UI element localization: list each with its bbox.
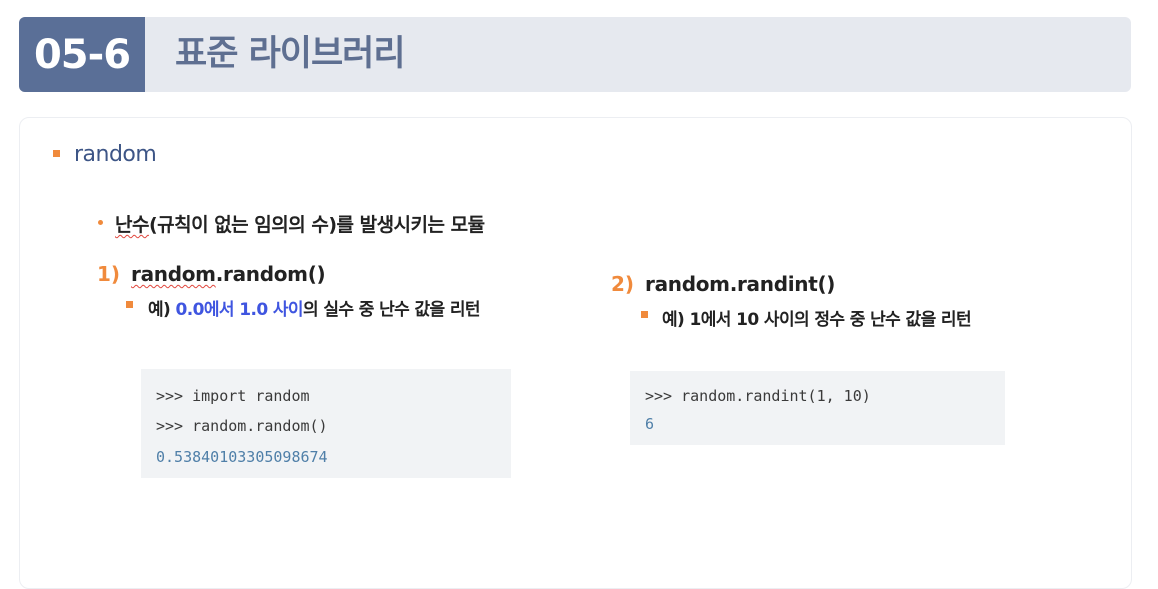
- section-header: 05-6 표준 라이브러리: [19, 17, 1131, 92]
- dot-bullet-icon: [98, 220, 103, 225]
- module-description: 난수(규칙이 없는 임의의 수)를 발생시키는 모듈: [115, 210, 485, 237]
- page-title: 표준 라이브러리: [175, 34, 406, 74]
- item-1-function-call: .random(): [215, 262, 326, 286]
- code-output: 6: [645, 415, 655, 433]
- item-2-number: 2): [611, 272, 635, 296]
- description-keyword: 난수: [115, 214, 149, 236]
- content-card: [19, 117, 1132, 589]
- item-2-code-block: >>> random.randint(1, 10) 6: [630, 371, 1005, 445]
- code-line: >>> random.random(): [156, 417, 328, 435]
- square-bullet-icon: [53, 150, 60, 157]
- code-line: >>> import random: [156, 387, 310, 405]
- item-1-function-module: random: [131, 262, 216, 286]
- item-1-function: random.random(): [131, 262, 326, 286]
- item-1-example-highlight: 0.0에서 1.0 사이: [175, 300, 304, 320]
- item-2-function: random.randint(): [645, 272, 836, 296]
- code-output: 0.53840103305098674: [156, 448, 328, 466]
- square-bullet-icon: [126, 301, 133, 308]
- item-1-example-prefix: 예): [148, 300, 176, 320]
- section-number: 05-6: [19, 17, 145, 92]
- description-rest: (규칙이 없는 임의의 수)를 발생시키는 모듈: [148, 214, 485, 236]
- square-bullet-icon: [641, 311, 648, 318]
- code-line: >>> random.randint(1, 10): [645, 387, 871, 405]
- topic-heading: random: [74, 142, 157, 167]
- item-1-example-suffix: 의 실수 중 난수 값을 리턴: [302, 300, 481, 320]
- item-1-code-block: >>> import random >>> random.random() 0.…: [141, 369, 511, 478]
- item-2-example: 예) 1에서 10 사이의 정수 중 난수 값을 리턴: [662, 310, 972, 330]
- item-1-example: 예) 0.0에서 1.0 사이의 실수 중 난수 값을 리턴: [148, 295, 481, 320]
- item-1-number: 1): [97, 262, 121, 286]
